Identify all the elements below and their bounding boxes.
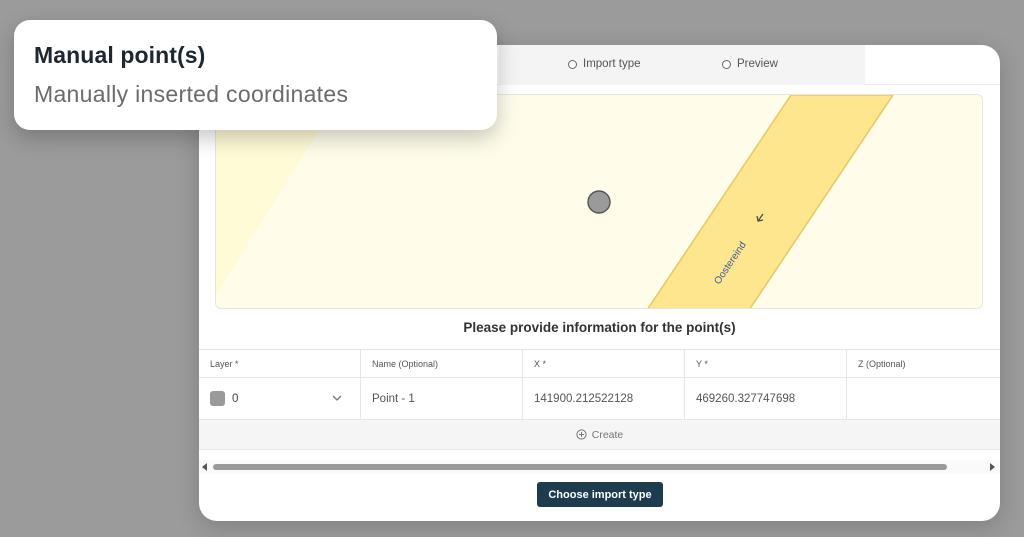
z-field[interactable] xyxy=(847,378,1000,419)
name-field[interactable]: Point - 1 xyxy=(361,378,523,419)
step-import-type[interactable]: Import type xyxy=(568,58,641,70)
steps-strip xyxy=(499,45,865,85)
create-label: Create xyxy=(591,428,624,441)
y-field[interactable]: 469260.327747698 xyxy=(685,378,847,419)
choose-import-type-button[interactable]: Choose import type xyxy=(537,482,663,507)
column-header-z: Z (Optional) xyxy=(858,358,906,369)
road-oostereind xyxy=(647,95,894,308)
scroll-thumb[interactable] xyxy=(213,464,947,470)
plus-circle-icon xyxy=(576,429,587,440)
column-header-name: Name (Optional) xyxy=(361,350,523,377)
column-header-layer: Layer * xyxy=(199,350,361,377)
callout-card: Manual point(s) Manually inserted coordi… xyxy=(14,20,497,130)
x-field[interactable]: 141900.212522128 xyxy=(523,378,685,419)
scroll-right-icon[interactable] xyxy=(990,463,996,471)
point-marker[interactable] xyxy=(587,190,611,214)
layer-value: 0 xyxy=(232,392,239,405)
callout-title: Manual point(s) xyxy=(34,42,206,68)
layer-color-swatch xyxy=(210,391,225,406)
step-circle-icon xyxy=(722,59,731,69)
callout-subtitle: Manually inserted coordinates xyxy=(34,81,349,107)
step-label: Preview xyxy=(737,58,778,70)
step-circle-icon xyxy=(568,59,577,69)
form-title: Please provide information for the point… xyxy=(463,320,736,335)
step-preview[interactable]: Preview xyxy=(722,58,778,70)
table-header: Layer * Name (Optional) X * Y * Z (Optio… xyxy=(199,350,1000,378)
horizontal-scrollbar[interactable] xyxy=(199,460,1000,474)
column-header-x: X * xyxy=(523,350,685,377)
layer-select[interactable]: 0 xyxy=(199,378,361,419)
step-label: Import type xyxy=(583,58,641,70)
chevron-down-icon xyxy=(332,395,342,401)
points-table: Layer * Name (Optional) X * Y * Z (Optio… xyxy=(199,349,1000,450)
table-row: 0 Point - 1 141900.212522128 469260.3277… xyxy=(199,378,1000,420)
create-button[interactable]: Create xyxy=(199,420,1000,450)
scroll-left-icon[interactable] xyxy=(202,463,208,471)
column-header-y: Y * xyxy=(685,350,847,377)
